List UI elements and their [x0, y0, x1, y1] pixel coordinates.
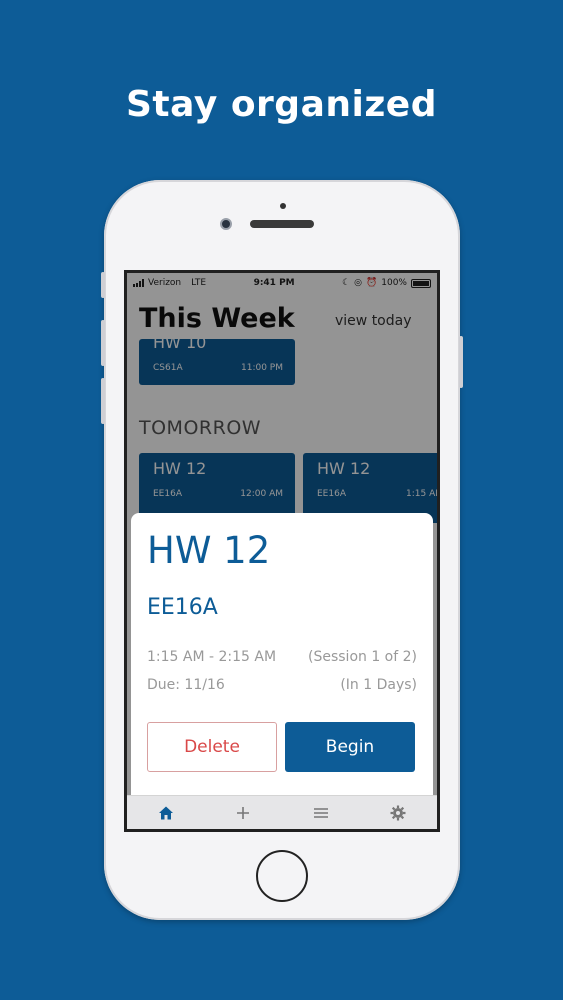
tab-home[interactable] [146, 799, 186, 827]
promo-headline: Stay organized [126, 84, 437, 125]
phone-volume-down [101, 378, 105, 424]
detail-title: HW 12 [147, 529, 271, 572]
app-screen: Verizon LTE 9:41 PM ☾ ◎ ⏰ 100% This Week… [124, 270, 440, 832]
delete-button[interactable]: Delete [147, 722, 277, 772]
detail-due-relative: (In 1 Days) [340, 677, 417, 693]
phone-camera [220, 218, 232, 230]
tab-settings[interactable] [378, 799, 418, 827]
task-detail-sheet: HW 12 EE16A 1:15 AM - 2:15 AM (Session 1… [131, 513, 433, 829]
detail-due-date: Due: 11/16 [147, 677, 225, 693]
phone-sensor [280, 203, 286, 209]
tab-list[interactable] [301, 799, 341, 827]
home-icon [158, 806, 173, 819]
phone-power-button [459, 336, 463, 388]
tab-bar [127, 795, 437, 829]
tab-add[interactable] [223, 799, 263, 827]
menu-icon [313, 807, 328, 818]
phone-frame: Verizon LTE 9:41 PM ☾ ◎ ⏰ 100% This Week… [101, 180, 463, 920]
phone-home-button[interactable] [256, 850, 308, 902]
gear-icon [390, 805, 406, 820]
plus-icon [237, 806, 250, 819]
detail-session: (Session 1 of 2) [308, 649, 417, 665]
phone-mute-switch [101, 272, 105, 298]
detail-course: EE16A [147, 595, 218, 620]
detail-time-range: 1:15 AM - 2:15 AM [147, 649, 277, 665]
begin-button[interactable]: Begin [285, 722, 415, 772]
phone-volume-up [101, 320, 105, 366]
phone-speaker [250, 220, 314, 228]
